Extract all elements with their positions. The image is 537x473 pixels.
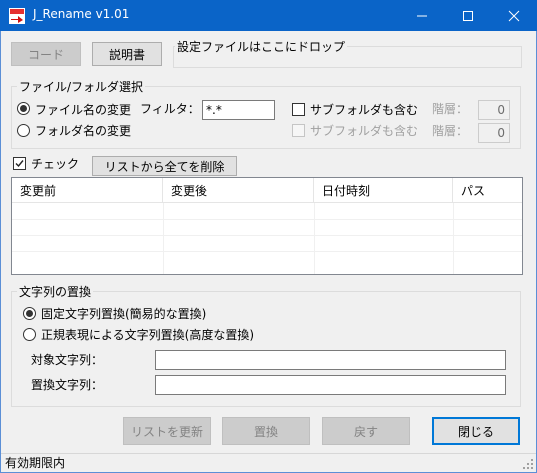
minimize-button[interactable] <box>399 0 445 31</box>
regex-replace-radio[interactable] <box>23 328 36 341</box>
refresh-list-button[interactable]: リストを更新 <box>123 417 211 445</box>
window-title: J_Rename v1.01 <box>33 7 130 21</box>
app-icon <box>9 8 25 24</box>
subfolder-label-disabled: サブフォルダも含む <box>310 124 419 138</box>
replacement-string-label: 置換文字列： <box>31 378 104 392</box>
target-string-input[interactable] <box>155 350 506 370</box>
row-gridline <box>12 251 522 252</box>
close-icon <box>508 10 520 21</box>
filter-label: フィルタ： <box>140 102 200 116</box>
status-bar <box>1 453 536 472</box>
column-gridline <box>314 203 315 274</box>
target-string-label: 対象文字列： <box>31 353 104 367</box>
file-rename-label[interactable]: ファイル名の変更 <box>35 101 131 118</box>
folder-rename-label[interactable]: フォルダ名の変更 <box>35 122 131 139</box>
drop-zone-label: 設定ファイルはここにドロップ <box>175 38 348 55</box>
depth-label: 階層： <box>432 102 469 116</box>
subfolder-checkbox-disabled[interactable] <box>292 124 305 137</box>
manual-button[interactable]: 説明書 <box>92 42 162 66</box>
code-button[interactable]: コード <box>11 42 81 66</box>
fixed-replace-label[interactable]: 固定文字列置換(簡易的な置換) <box>41 305 206 322</box>
subfolder-checkbox[interactable] <box>292 103 305 116</box>
selection-group-legend: ファイル/フォルダ選択 <box>17 78 146 95</box>
column-header-path[interactable]: パス <box>453 178 522 202</box>
row-gridline <box>12 219 522 220</box>
file-list[interactable]: 変更前 変更後 日付時刻 パス <box>11 177 523 275</box>
filter-input[interactable]: *.* <box>202 100 275 120</box>
regex-replace-label[interactable]: 正規表現による文字列置換(高度な置換) <box>41 326 254 343</box>
column-header-after[interactable]: 変更後 <box>163 178 314 202</box>
replace-group-legend: 文字列の置換 <box>17 283 94 300</box>
replace-button[interactable]: 置換 <box>222 417 310 445</box>
close-button[interactable]: 閉じる <box>432 417 520 445</box>
resize-grip-icon[interactable] <box>522 458 534 470</box>
depth-input[interactable]: 0 <box>478 100 510 120</box>
depth-label-2: 階層： <box>432 124 469 138</box>
status-text: 有効期限内 <box>5 456 66 470</box>
clear-list-button[interactable]: リストから全てを削除 <box>92 156 237 176</box>
check-label[interactable]: チェック <box>31 155 79 172</box>
row-gridline <box>12 235 522 236</box>
maximize-icon <box>463 10 473 21</box>
undo-button[interactable]: 戻す <box>322 417 410 445</box>
depth-input-2[interactable]: 0 <box>478 123 510 143</box>
folder-rename-radio[interactable] <box>17 124 30 137</box>
column-gridline <box>453 203 454 274</box>
header-divider <box>12 202 522 203</box>
check-all-checkbox[interactable] <box>13 157 26 170</box>
subfolder-label[interactable]: サブフォルダも含む <box>310 101 418 118</box>
file-rename-radio[interactable] <box>17 102 30 115</box>
close-window-button[interactable] <box>491 0 537 31</box>
checkmark-icon <box>15 160 24 168</box>
replacement-string-input[interactable] <box>155 375 506 395</box>
column-header-before[interactable]: 変更前 <box>12 178 163 202</box>
maximize-button[interactable] <box>445 0 491 31</box>
minimize-icon <box>417 15 427 16</box>
column-header-datetime[interactable]: 日付時刻 <box>314 178 453 202</box>
fixed-replace-radio[interactable] <box>23 307 36 320</box>
column-gridline <box>163 203 164 274</box>
